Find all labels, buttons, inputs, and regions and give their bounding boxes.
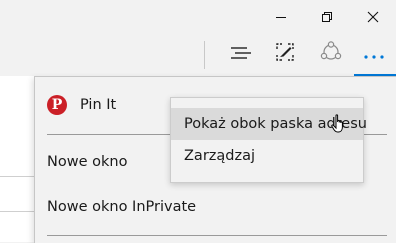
page-content bbox=[0, 76, 34, 242]
toolbar-divider bbox=[204, 41, 205, 69]
web-note-icon bbox=[275, 42, 295, 66]
hub-button[interactable] bbox=[219, 34, 263, 74]
restore-icon bbox=[321, 8, 333, 27]
close-button[interactable] bbox=[350, 0, 396, 34]
menu-divider bbox=[47, 235, 387, 236]
minimize-button[interactable] bbox=[258, 0, 304, 34]
share-button[interactable] bbox=[309, 34, 353, 74]
menu-item-new-window[interactable]: Nowe okno bbox=[47, 154, 127, 170]
title-bar bbox=[0, 0, 396, 34]
menu-item-new-inprivate-window[interactable]: Nowe okno InPrivate bbox=[47, 199, 196, 215]
share-icon bbox=[320, 41, 342, 67]
minimize-icon bbox=[275, 8, 287, 27]
more-button[interactable] bbox=[352, 34, 396, 74]
web-note-button[interactable] bbox=[263, 34, 307, 74]
hand-cursor-icon bbox=[331, 114, 347, 138]
pinterest-icon: P bbox=[47, 95, 67, 115]
hub-icon bbox=[231, 45, 251, 64]
menu-item-pin-it[interactable]: Pin It bbox=[80, 97, 116, 113]
page-input-field[interactable] bbox=[0, 176, 34, 212]
pin-it-submenu: Pokaż obok paska adresu Zarządzaj bbox=[170, 97, 367, 183]
more-icon bbox=[363, 45, 385, 64]
browser-toolbar bbox=[0, 34, 396, 76]
close-icon bbox=[367, 8, 379, 27]
submenu-item-manage[interactable]: Zarządzaj bbox=[171, 140, 363, 172]
restore-button[interactable] bbox=[304, 0, 350, 34]
